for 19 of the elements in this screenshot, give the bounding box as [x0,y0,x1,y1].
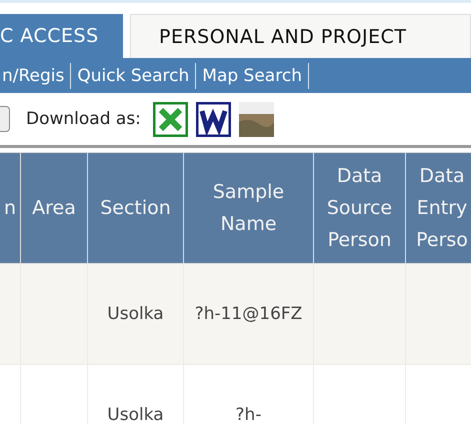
nav-link[interactable]: Map Search [196,62,309,88]
table-cell: ?h-11@16FZ [184,264,314,364]
spreadsheet-icon[interactable] [152,102,188,136]
column-header: Data Entry Perso [406,152,471,264]
tab[interactable]: C ACCESS [0,14,123,58]
download-label: Download as: [26,109,141,129]
column-header: Section [88,152,184,264]
tab[interactable]: PERSONAL AND PROJECT [130,14,471,58]
table-cell: Usolka [88,264,184,364]
image-icon[interactable] [238,102,274,136]
table-cell: Usolka [88,364,184,424]
nav-link[interactable]: n/Regis [0,62,72,88]
nav-link[interactable]: Quick Search [71,62,196,88]
table-cell: ?h- [184,364,314,424]
column-header: Sample Name [184,152,314,264]
column-header: Area [20,152,88,264]
column-header: n [0,152,20,264]
column-header: Data Source Person [314,152,406,264]
document-icon[interactable] [196,102,231,136]
